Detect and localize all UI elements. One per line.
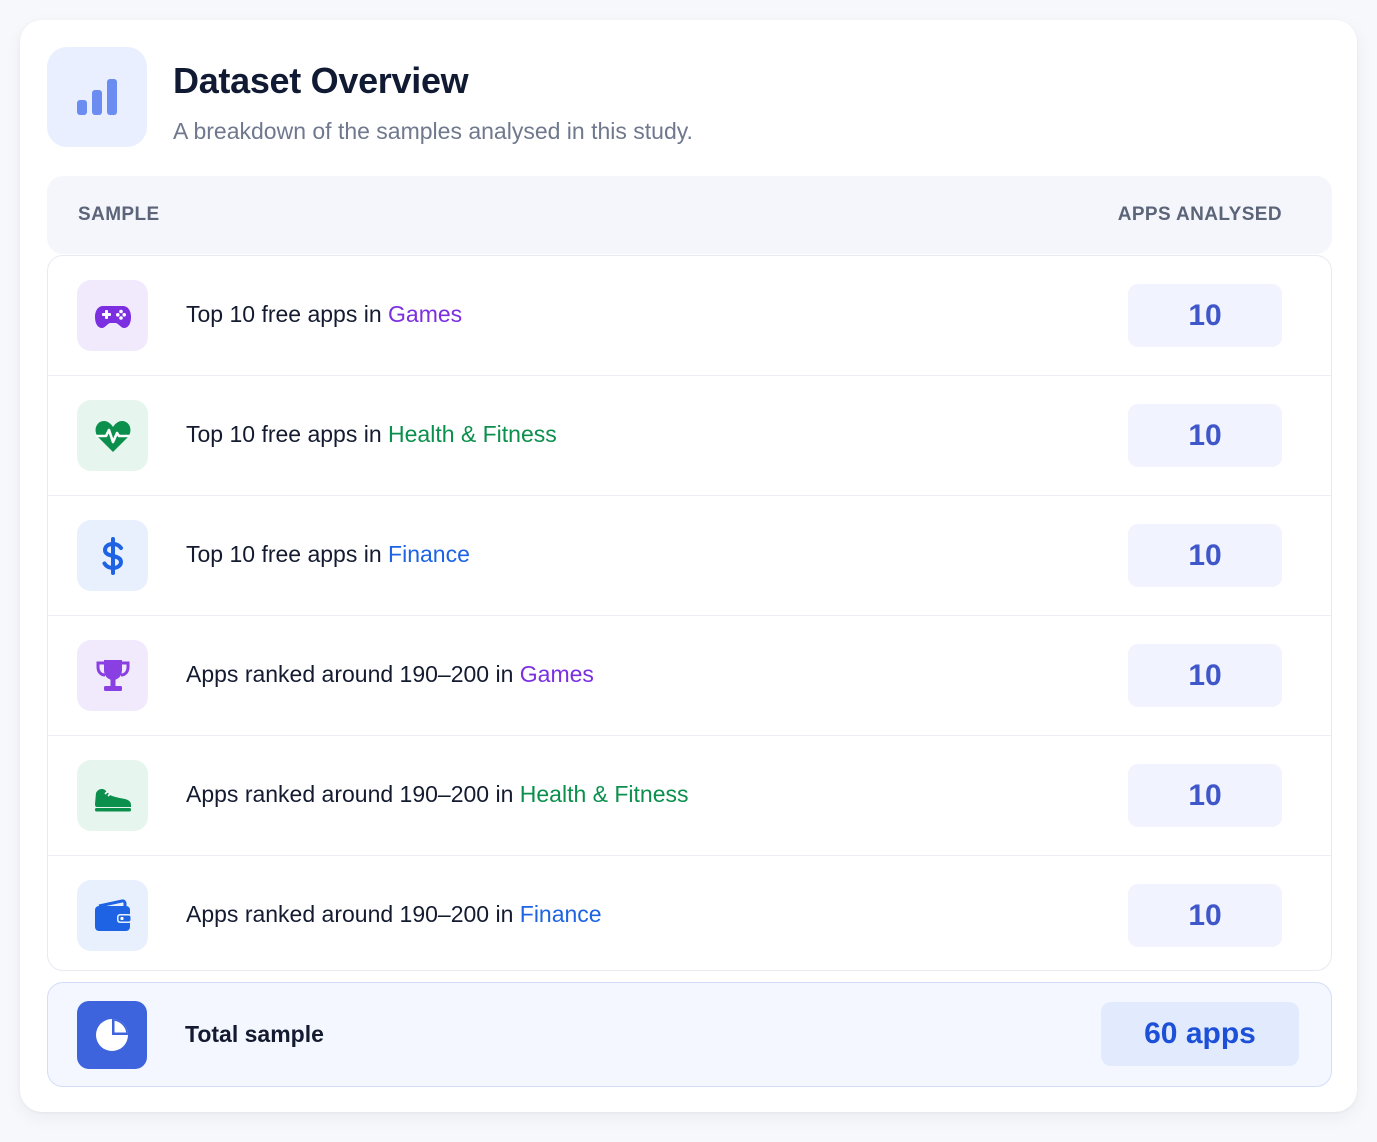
row-icon-box <box>77 520 148 591</box>
page-title: Dataset Overview <box>173 60 469 101</box>
row-icon-box <box>77 400 148 471</box>
row-label-prefix: Apps ranked around 190–200 in <box>186 901 520 927</box>
row-icon-box <box>77 760 148 831</box>
row-label: Top 10 free apps in Health & Fitness <box>186 421 557 448</box>
row-label: Apps ranked around 190–200 in Games <box>186 661 594 688</box>
header-icon-box <box>47 47 147 147</box>
table-row: Apps ranked around 190–200 in Games 10 <box>48 616 1331 736</box>
row-category: Finance <box>519 901 602 927</box>
table-row: Top 10 free apps in Games 10 <box>48 256 1331 376</box>
row-category: Health & Fitness <box>388 421 557 447</box>
row-icon-box <box>77 280 148 351</box>
row-label-prefix: Top 10 free apps in <box>186 301 389 327</box>
dataset-overview-card: Dataset Overview A breakdown of the samp… <box>20 20 1357 1112</box>
sneaker-icon <box>95 789 131 812</box>
total-icon-box <box>77 1001 147 1069</box>
row-label-prefix: Apps ranked around 190–200 in <box>186 661 520 687</box>
sample-table: Top 10 free apps in Games 10 Top 10 free… <box>47 255 1332 971</box>
dollar-icon <box>102 537 124 575</box>
total-label: Total sample <box>185 1021 324 1047</box>
row-label-prefix: Top 10 free apps in <box>186 421 389 447</box>
total-badge: 60 apps <box>1101 1002 1299 1066</box>
row-category: Games <box>388 301 463 327</box>
trophy-icon <box>96 660 130 691</box>
count-badge: 10 <box>1128 884 1282 947</box>
table-row: Top 10 free apps in Health & Fitness 10 <box>48 376 1331 496</box>
row-label: Apps ranked around 190–200 in Health & F… <box>186 781 689 808</box>
count-badge: 10 <box>1128 404 1282 467</box>
count-badge: 10 <box>1128 524 1282 587</box>
gamepad-icon <box>95 306 131 328</box>
row-category: Health & Fitness <box>519 781 689 807</box>
column-header-sample: SAMPLE <box>78 204 160 225</box>
row-icon-box <box>77 880 148 951</box>
total-row: Total sample 60 apps <box>47 982 1332 1087</box>
page-subtitle: A breakdown of the samples analysed in t… <box>173 118 693 144</box>
table-row: Apps ranked around 190–200 in Health & F… <box>48 736 1331 856</box>
row-label-prefix: Apps ranked around 190–200 in <box>186 781 520 807</box>
count-badge: 10 <box>1128 644 1282 707</box>
table-row: Apps ranked around 190–200 in Finance 10 <box>48 856 1331 975</box>
bar-chart-icon <box>77 79 117 115</box>
count-badge: 10 <box>1128 764 1282 827</box>
table-row: Top 10 free apps in Finance 10 <box>48 496 1331 616</box>
row-label: Top 10 free apps in Games <box>186 301 462 328</box>
row-icon-box <box>77 640 148 711</box>
heartbeat-icon <box>95 421 131 452</box>
count-badge: 10 <box>1128 284 1282 347</box>
row-label: Apps ranked around 190–200 in Finance <box>186 901 602 928</box>
pie-chart-icon <box>96 1019 128 1051</box>
column-header-apps-analysed: APPS ANALYSED <box>1117 204 1282 225</box>
row-category: Finance <box>388 541 470 567</box>
row-label: Top 10 free apps in Finance <box>186 541 470 568</box>
row-category: Games <box>519 661 594 687</box>
wallet-icon <box>95 899 132 931</box>
table-header: SAMPLE APPS ANALYSED <box>47 176 1332 254</box>
row-label-prefix: Top 10 free apps in <box>186 541 389 567</box>
